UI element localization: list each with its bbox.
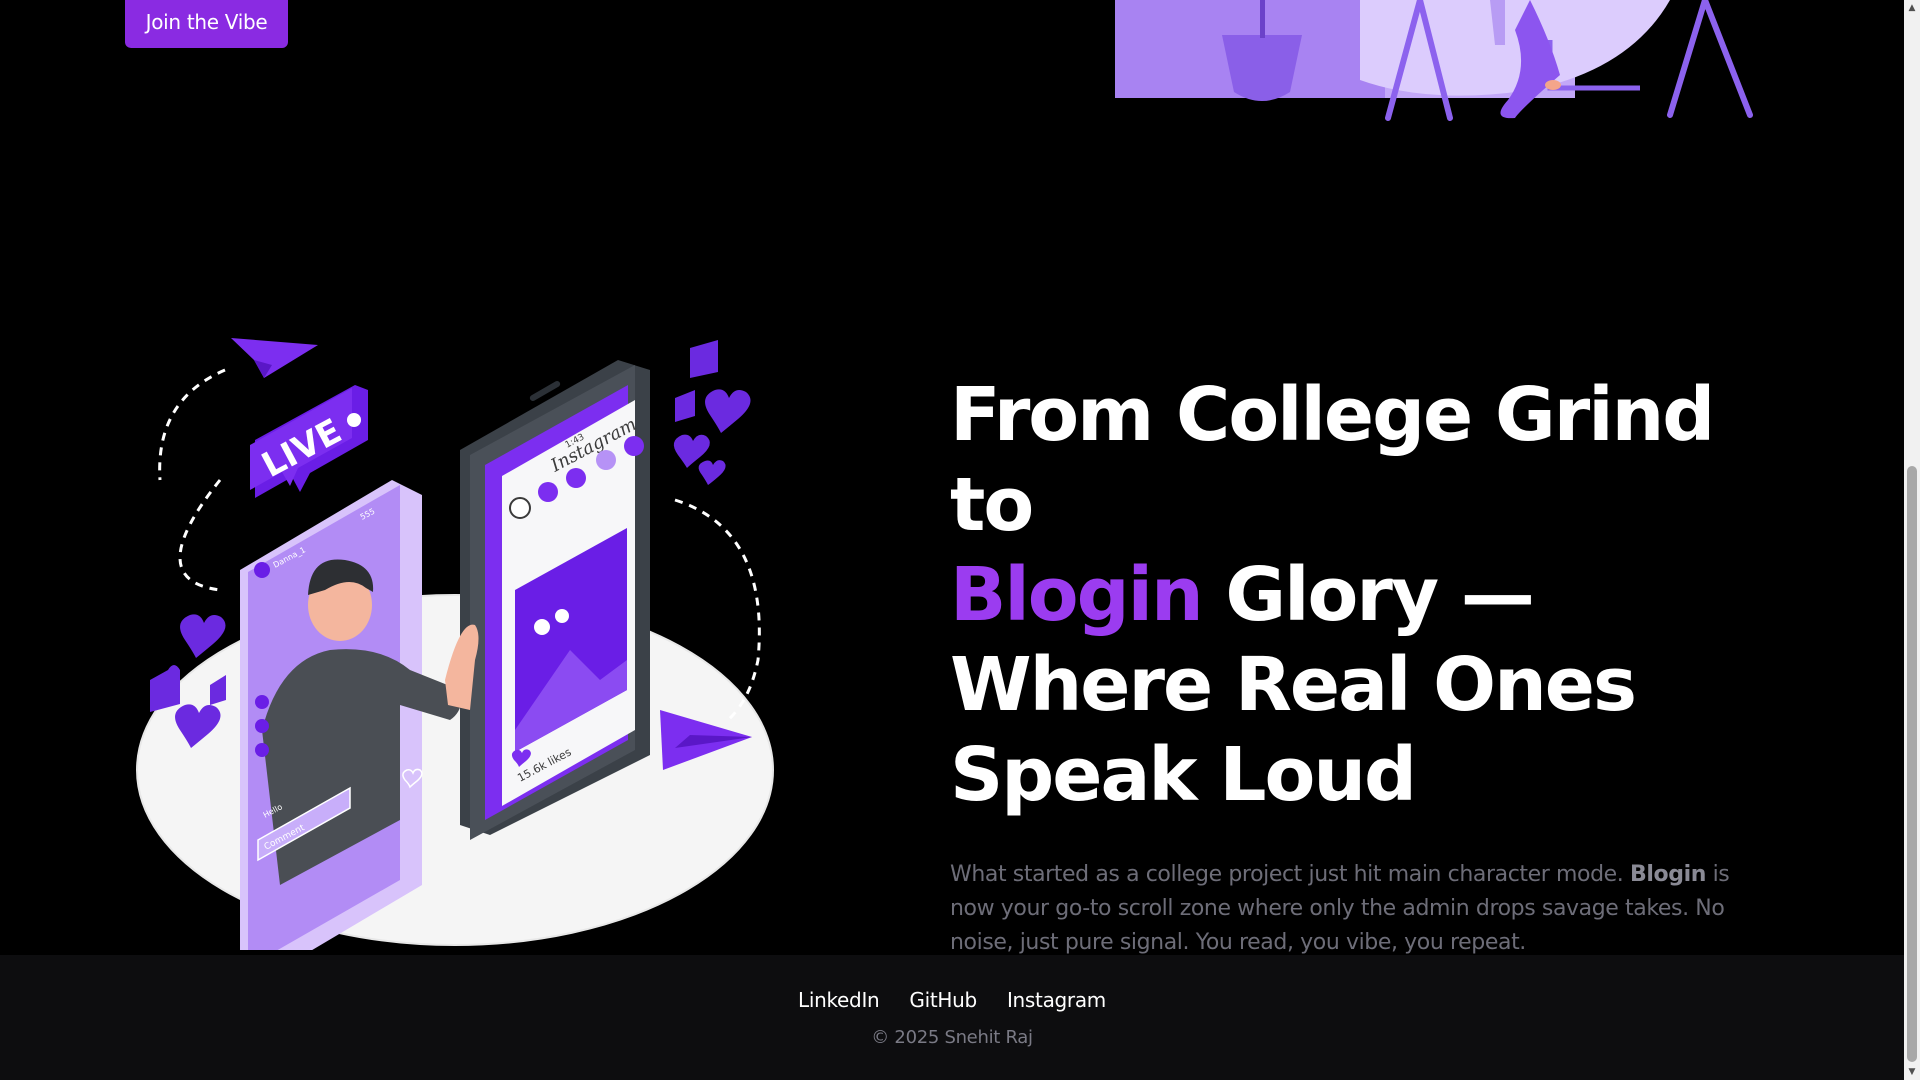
footer: LinkedIn GitHub Instagram © 2025 Snehit … bbox=[0, 955, 1904, 1080]
hero-description: What started as a college project just h… bbox=[950, 858, 1740, 960]
hero-desc-part1: What started as a college project just h… bbox=[950, 862, 1630, 887]
workspace-illustration bbox=[1115, 0, 1753, 121]
hero-title-line3: Where Real Ones bbox=[950, 642, 1637, 728]
hero-title-line1: From College Grind to bbox=[950, 372, 1715, 548]
hero-title: From College Grind to Blogin Glory — Whe… bbox=[950, 370, 1750, 820]
hero-text-block: From College Grind to Blogin Glory — Whe… bbox=[950, 370, 1750, 960]
scroll-up-arrow-icon[interactable]: ▲ bbox=[1904, 0, 1920, 16]
hero-desc-brand: Blogin bbox=[1630, 862, 1706, 887]
linkedin-link[interactable]: LinkedIn bbox=[798, 988, 880, 1012]
hero-title-line2: Glory — bbox=[1201, 552, 1534, 638]
copyright-text: © 2025 Snehit Raj bbox=[871, 1027, 1033, 1048]
hero-title-brand: Blogin bbox=[950, 552, 1204, 638]
page: Join the Vibe Instagram 1:43 15.6k likes… bbox=[0, 0, 1904, 1080]
github-link[interactable]: GitHub bbox=[909, 988, 977, 1012]
scroll-down-arrow-icon[interactable]: ▼ bbox=[1904, 1064, 1920, 1080]
social-media-illustration: Instagram 1:43 15.6k likes LIVE Danna_1 … bbox=[136, 338, 774, 950]
vertical-scrollbar[interactable]: ▲ ▼ bbox=[1904, 0, 1920, 1080]
scrollbar-thumb[interactable] bbox=[1907, 466, 1917, 1062]
footer-links: LinkedIn GitHub Instagram bbox=[0, 988, 1904, 1012]
instagram-link[interactable]: Instagram bbox=[1007, 988, 1106, 1012]
hero-title-line4: Speak Loud bbox=[950, 732, 1417, 818]
join-the-vibe-button[interactable]: Join the Vibe bbox=[125, 0, 288, 48]
